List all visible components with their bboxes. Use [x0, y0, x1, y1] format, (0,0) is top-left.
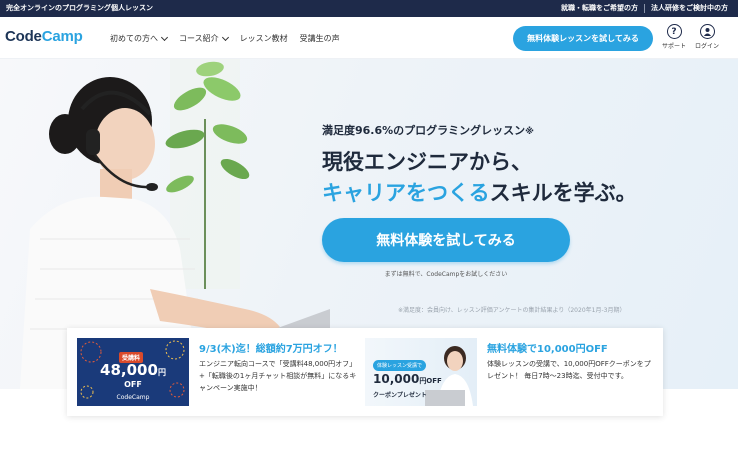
- hero-headline: 現役エンジニアから、 キャリアをつくるスキルを学ぶ。: [322, 147, 637, 209]
- support-label: サポート: [661, 43, 686, 50]
- hero-copy: 満足度96.6%のプログラミングレッスン※ 現役エンジニアから、 キャリアをつく…: [322, 122, 637, 209]
- nav-item-testimonials[interactable]: 受講生の声: [300, 33, 340, 44]
- logo-text: Code: [5, 28, 42, 45]
- coupon-title[interactable]: 無料体験で10,000円OFF: [487, 340, 608, 355]
- top-links: 就職・転職をご希望の方 法人研修をご検討中の方: [561, 3, 728, 13]
- coupon-amount-value: 10,000: [373, 372, 420, 386]
- nav-item-materials[interactable]: レッスン教材: [240, 33, 288, 44]
- coupon-amount-unit: 円OFF: [419, 377, 442, 385]
- banner-tag: 体験レッスン受講で: [373, 360, 427, 371]
- nav-menu: 初めての方へ コース紹介 レッスン教材 受講生の声: [110, 33, 340, 44]
- headline-line-2: キャリアをつくるスキルを学ぶ。: [322, 178, 637, 209]
- campaign-banner[interactable]: 受講料 48,000円 OFF CodeCamp: [77, 338, 189, 406]
- nav-item-label: レッスン教材: [239, 34, 288, 43]
- coupon-description: 体験レッスンの受講で、10,000円OFFクーポンをプレゼント！ 毎日7時〜23…: [487, 360, 651, 380]
- nav-item-label: コース紹介: [179, 34, 219, 43]
- chevron-down-icon: [221, 33, 229, 41]
- nav-item-beginners[interactable]: 初めての方へ: [110, 33, 169, 44]
- coupon-amount: 10,000円OFF: [373, 372, 442, 386]
- promo-card: 受講料 48,000円 OFF CodeCamp 9/3(木)迄！総額約7万円オ…: [67, 328, 663, 416]
- headline-rest: スキルを学ぶ。: [489, 181, 637, 205]
- nav-item-courses[interactable]: コース紹介: [179, 33, 229, 44]
- coupon-banner[interactable]: 体験レッスン受講で 10,000円OFF クーポンプレゼント: [365, 338, 477, 406]
- free-trial-button[interactable]: 無料体験を試してみる: [322, 218, 570, 262]
- user-circle-icon: [699, 24, 715, 39]
- headline-highlight: キャリアをつくる: [322, 181, 490, 205]
- main-nav: CodeCamp 初めての方へ コース紹介 レッスン教材 受講生の声 無料体験レ…: [0, 17, 738, 59]
- banner-amount: 48,000円: [77, 361, 189, 379]
- campaign-description: エンジニア転向コースで「受講料48,000円オフ」+「転職後の1ヶ月チャット相談…: [199, 360, 357, 392]
- free-trial-nav-button[interactable]: 無料体験レッスンを試してみる: [513, 26, 653, 51]
- nav-item-label: 受講生の声: [299, 34, 340, 43]
- banner-brand: CodeCamp: [116, 394, 150, 401]
- satisfaction-footnote: ※満足度：会員向け、レッスン評価アンケートの集計結果より（2020年1月-3月期…: [398, 307, 626, 314]
- login-label: ログイン: [694, 43, 719, 50]
- support-button[interactable]: ? サポート: [659, 24, 689, 50]
- campaign-title[interactable]: 9/3(木)迄！総額約7万円オフ！: [199, 340, 343, 355]
- banner-amount-unit: 円: [157, 368, 166, 377]
- login-button[interactable]: ログイン: [692, 24, 722, 50]
- job-seekers-link[interactable]: 就職・転職をご希望の方: [561, 3, 638, 13]
- satisfaction-label: 満足度96.6%のプログラミングレッスン: [322, 124, 526, 137]
- top-bar: 完全オンラインのプログラミング個人レッスン 就職・転職をご希望の方 法人研修をご…: [0, 0, 738, 17]
- coupon-subtitle: クーポンプレゼント: [373, 392, 427, 399]
- footnote-mark: ※: [525, 127, 534, 137]
- headline-line-1: 現役エンジニアから、: [322, 150, 532, 174]
- cta-note: まずは無料で、CodeCampをお試しください: [384, 271, 508, 278]
- chevron-down-icon: [160, 33, 169, 41]
- banner-amount-value: 48,000: [100, 361, 158, 379]
- question-circle-icon: ?: [666, 24, 682, 39]
- nav-item-label: 初めての方へ: [110, 34, 158, 43]
- banner-off: OFF: [124, 380, 142, 389]
- tagline: 完全オンラインのプログラミング個人レッスン: [6, 4, 153, 12]
- corporate-link[interactable]: 法人研修をご検討中の方: [651, 3, 728, 13]
- satisfaction-text: 満足度96.6%のプログラミングレッスン※: [322, 122, 637, 138]
- logo-text-accent: Camp: [41, 28, 83, 45]
- logo[interactable]: CodeCamp: [5, 28, 83, 45]
- divider: [644, 3, 645, 13]
